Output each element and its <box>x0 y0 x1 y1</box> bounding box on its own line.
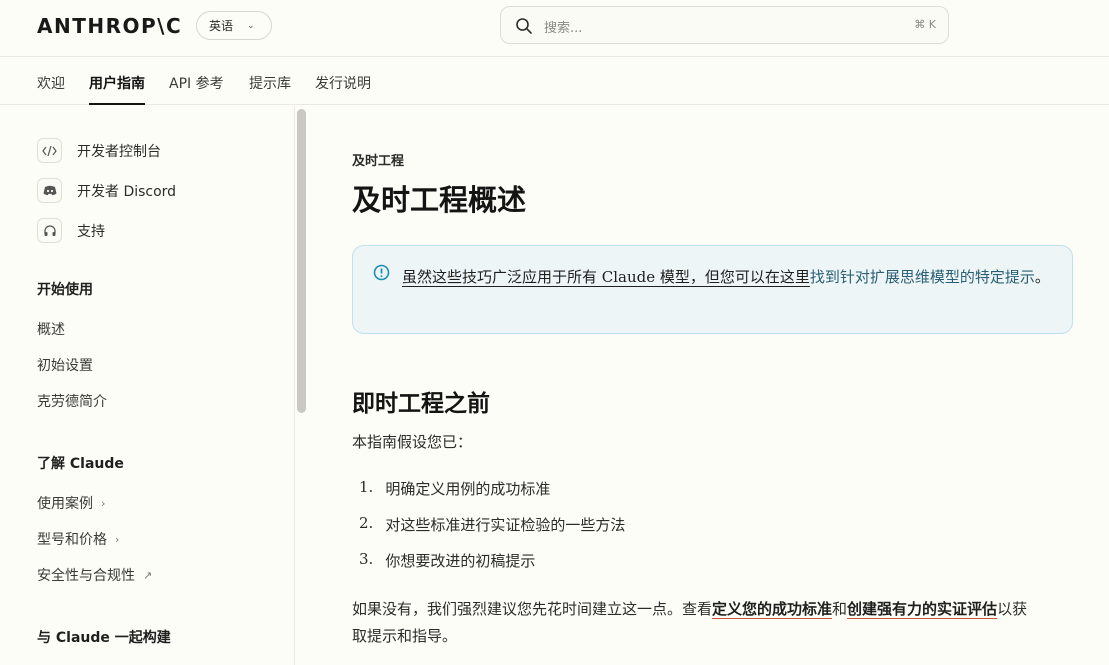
create-evals-link[interactable]: 创建强有力的实证评估 <box>847 600 997 618</box>
language-label: 英语 <box>209 19 234 33</box>
top-header: ANTHROP\C 英语 ⌄ 搜索... ⌘ K <box>0 0 1109 57</box>
sidebar-link-developer-discord[interactable]: 开发者 Discord <box>37 178 176 203</box>
anthropic-logo[interactable]: ANTHROP\C <box>37 14 182 38</box>
tab-user-guide[interactable]: 用户指南 <box>89 73 145 105</box>
sidebar-item-label: 概述 <box>37 322 65 338</box>
sidebar-link-support[interactable]: 支持 <box>37 218 105 243</box>
sidebar-scrollbar[interactable] <box>297 109 306 413</box>
search-shortcut: ⌘ K <box>914 18 936 31</box>
sidebar-link-label: 开发者控制台 <box>77 143 161 160</box>
list-item-text: 明确定义用例的成功标准 <box>385 480 551 498</box>
search-input[interactable]: 搜索... ⌘ K <box>500 6 949 44</box>
sidebar-item-label: 初始设置 <box>37 358 93 374</box>
sidebar-item-intro-to-claude[interactable]: 克劳德简介 <box>37 391 107 411</box>
sidebar-item-use-cases[interactable]: 使用案例 › <box>37 493 105 513</box>
tab-prompt-library[interactable]: 提示库 <box>249 73 291 105</box>
sidebar-item-models-pricing[interactable]: 型号和价格 › <box>37 529 119 549</box>
list-item-text: 对这些标准进行实证检验的一些方法 <box>385 516 626 534</box>
language-selector[interactable]: 英语 ⌄ <box>196 11 272 40</box>
search-placeholder: 搜索... <box>544 21 583 36</box>
top-nav: 欢迎 用户指南 API 参考 提示库 发行说明 <box>0 57 1109 105</box>
callout-link[interactable]: 找到针对扩展思维模型的特定提示 <box>810 268 1035 286</box>
define-success-criteria-link[interactable]: 定义您的成功标准 <box>712 600 832 618</box>
list-item: 2. 对这些标准进行实证检验的一些方法 <box>359 514 626 534</box>
tab-welcome[interactable]: 欢迎 <box>37 73 65 105</box>
sidebar-item-label: 型号和价格 <box>37 532 107 548</box>
list-item: 1. 明确定义用例的成功标准 <box>359 478 551 498</box>
discord-icon <box>37 178 62 203</box>
sidebar-item-label: 使用案例 <box>37 496 93 512</box>
sidebar-link-developer-console[interactable]: 开发者控制台 <box>37 138 161 163</box>
tab-api-reference[interactable]: API 参考 <box>169 73 224 105</box>
code-icon <box>37 138 62 163</box>
sidebar-item-security-compliance[interactable]: 安全性与合规性 ↗ <box>37 565 152 585</box>
paragraph-text: 以获 <box>997 600 1028 618</box>
info-callout: 虽然这些技巧广泛应用于所有 Claude 模型，但您可以在这里找到针对扩展思维模… <box>352 245 1073 334</box>
breadcrumb[interactable]: 及时工程 <box>352 150 404 169</box>
page-title: 及时工程概述 <box>352 183 527 217</box>
paragraph-text: 和 <box>832 600 848 618</box>
section-heading: 即时工程之前 <box>352 391 490 417</box>
guidance-paragraph: 如果没有，我们强烈建议您先花时间建立这一点。查看定义您的成功标准和创建强有力的实… <box>352 596 1077 650</box>
sidebar-item-overview[interactable]: 概述 <box>37 319 65 339</box>
sidebar-link-label: 开发者 Discord <box>77 183 177 200</box>
sidebar-section-heading: 开始使用 <box>37 282 93 298</box>
sidebar-link-label: 支持 <box>77 223 105 240</box>
sidebar-item-initial-setup[interactable]: 初始设置 <box>37 355 93 375</box>
tab-release-notes[interactable]: 发行说明 <box>315 73 371 105</box>
sidebar-item-label: 安全性与合规性 <box>37 568 135 584</box>
search-icon <box>516 18 532 34</box>
chevron-down-icon: ⌄ <box>247 20 255 31</box>
sidebar-section-heading: 了解 Claude <box>37 456 124 472</box>
chevron-right-icon: › <box>115 532 120 546</box>
sidebar-section-heading: 与 Claude 一起构建 <box>37 630 171 646</box>
callout-end: 。 <box>1034 268 1050 286</box>
chevron-right-icon: › <box>101 496 106 510</box>
intro-paragraph: 本指南假设您已： <box>352 433 473 451</box>
sidebar-item-label: 克劳德简介 <box>37 394 107 410</box>
headset-icon <box>37 218 62 243</box>
list-item-text: 你想要改进的初稿提示 <box>385 552 536 570</box>
paragraph-text: 如果没有，我们强烈建议您先花时间建立这一点。查看 <box>352 600 713 618</box>
callout-underlined-text[interactable]: 虽然这些技巧广泛应用于所有 Claude 模型，但您可以在这里 <box>402 268 810 286</box>
list-item: 3. 你想要改进的初稿提示 <box>359 550 536 570</box>
callout-text: 虽然这些技巧广泛应用于所有 Claude 模型，但您可以在这里找到针对扩展思维模… <box>402 264 1052 290</box>
external-link-icon: ↗ <box>143 568 153 582</box>
info-icon <box>373 264 390 281</box>
paragraph-text: 取提示和指导。 <box>352 627 458 645</box>
